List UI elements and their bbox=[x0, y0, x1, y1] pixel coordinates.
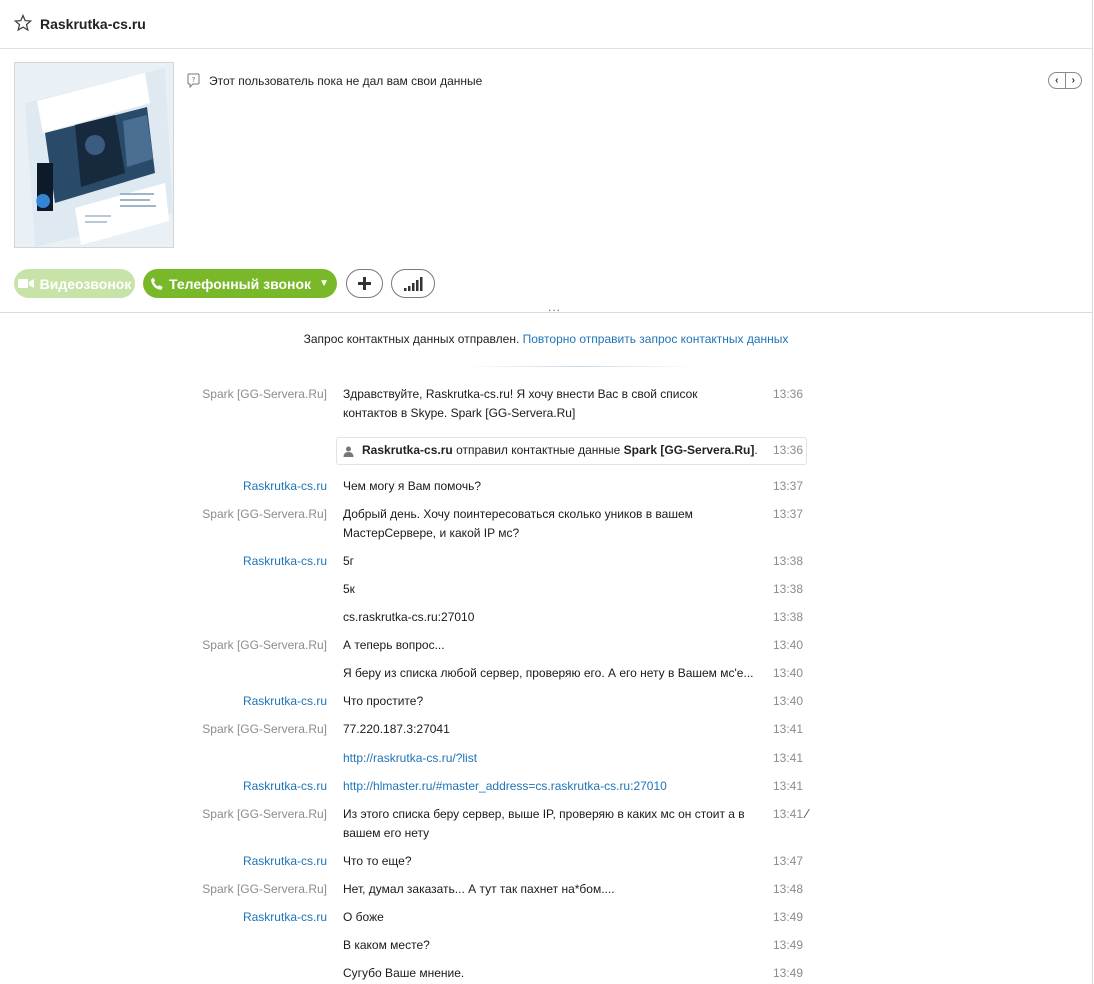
plus-icon bbox=[358, 277, 371, 290]
message-time: 13:49 bbox=[773, 910, 804, 924]
message-text: Что простите? bbox=[343, 694, 424, 708]
contact-shared-event: Raskrutka-cs.ru отправил контактные данн… bbox=[336, 437, 807, 465]
contact-event-contact[interactable]: Spark [GG-Servera.Ru] bbox=[624, 443, 755, 457]
mood-message: Этот пользователь пока не дал вам свои д… bbox=[209, 74, 483, 88]
message-sender[interactable]: Spark [GG-Servera.Ru] bbox=[202, 636, 327, 655]
phone-icon bbox=[151, 277, 163, 290]
message-sender[interactable]: Spark [GG-Servera.Ru] bbox=[202, 720, 327, 739]
message-text: Добрый день. Хочу поинтересоваться сколь… bbox=[343, 507, 693, 540]
mouse-cursor-icon: ⁄ bbox=[806, 806, 809, 821]
person-icon bbox=[343, 446, 354, 457]
website-screenshot-avatar-icon bbox=[15, 63, 173, 247]
contact-event-end: . bbox=[754, 443, 758, 457]
call-dropdown-icon[interactable]: ▼ bbox=[319, 278, 329, 289]
message-time: 13:41 bbox=[773, 779, 804, 793]
contact-event-middle: отправил контактные данные bbox=[456, 443, 621, 457]
message-time: 13:41 bbox=[773, 722, 804, 736]
next-arrow-icon[interactable]: › bbox=[1066, 73, 1082, 88]
video-call-label: Видеозвонок bbox=[39, 275, 132, 292]
message-text: Что то еще? bbox=[343, 854, 412, 868]
message-sender[interactable]: Raskrutka-cs.ru bbox=[243, 477, 327, 496]
prev-arrow-icon[interactable]: ‹ bbox=[1049, 73, 1066, 88]
message-text: Здравствуйте, Raskrutka-cs.ru! Я хочу вн… bbox=[343, 387, 698, 420]
message-link[interactable]: http://hlmaster.ru/#master_address=cs.ra… bbox=[343, 777, 763, 796]
message-text: cs.raskrutka-cs.ru:27010 bbox=[343, 610, 475, 624]
notice-separator bbox=[465, 366, 695, 367]
message-sender[interactable]: Spark [GG-Servera.Ru] bbox=[202, 805, 327, 824]
favorite-star-icon[interactable] bbox=[14, 14, 32, 32]
phone-call-label: Телефонный звонок bbox=[169, 275, 312, 292]
header-divider bbox=[0, 312, 1092, 313]
message-time: 13:36 bbox=[773, 443, 804, 457]
contact-avatar bbox=[14, 62, 174, 248]
message-time: 13:41 bbox=[773, 807, 804, 821]
message-link[interactable]: http://raskrutka-cs.ru/?list bbox=[343, 749, 763, 768]
message-text: А теперь вопрос... bbox=[343, 638, 445, 652]
message-time: 13:49 bbox=[773, 938, 804, 952]
title-bar: Raskrutka-cs.ru bbox=[0, 0, 1092, 49]
message-text: Нет, думал заказать... А тут так пахнет … bbox=[343, 882, 615, 896]
message-text: Из этого списка беру сервер, выше IP, пр… bbox=[343, 807, 745, 840]
resend-request-link[interactable]: Повторно отправить запрос контактных дан… bbox=[523, 332, 789, 346]
message-time: 13:40 bbox=[773, 638, 804, 652]
message-sender[interactable]: Spark [GG-Servera.Ru] bbox=[202, 880, 327, 899]
profile-nav-arrows: ‹ › bbox=[1048, 72, 1082, 89]
message-text: 77.220.187.3:27041 bbox=[343, 722, 450, 736]
message-text: О боже bbox=[343, 910, 384, 924]
message-sender[interactable]: Raskrutka-cs.ru bbox=[243, 552, 327, 571]
contact-event-text: Raskrutka-cs.ru отправил контактные данн… bbox=[362, 443, 758, 457]
message-time: 13:37 bbox=[773, 479, 804, 493]
message-text: Сугубо Ваше мнение. bbox=[343, 966, 465, 980]
add-button[interactable] bbox=[346, 269, 383, 298]
message-time: 13:38 bbox=[773, 582, 804, 596]
message-sender[interactable]: Raskrutka-cs.ru bbox=[243, 852, 327, 871]
message-time: 13:36 bbox=[773, 387, 804, 401]
message-text: 5г bbox=[343, 554, 355, 568]
message-time: 13:37 bbox=[773, 507, 804, 521]
notice-text: Запрос контактных данных отправлен. bbox=[303, 332, 520, 346]
message-time: 13:41 bbox=[773, 751, 804, 765]
message-sender[interactable]: Raskrutka-cs.ru bbox=[243, 692, 327, 711]
video-camera-icon bbox=[17, 279, 34, 288]
message-sender[interactable]: Spark [GG-Servera.Ru] bbox=[202, 385, 327, 404]
message-text: 5к bbox=[343, 582, 355, 596]
svg-text:?: ? bbox=[192, 76, 196, 84]
message-text: В каком месте? bbox=[343, 938, 430, 952]
contact-title: Raskrutka-cs.ru bbox=[40, 16, 146, 32]
contact-event-from: Raskrutka-cs.ru bbox=[362, 443, 453, 457]
message-time: 13:49 bbox=[773, 966, 804, 980]
message-time: 13:47 bbox=[773, 854, 804, 868]
video-call-button[interactable]: Видеозвонок bbox=[14, 269, 135, 298]
message-sender[interactable]: Raskrutka-cs.ru bbox=[243, 777, 327, 796]
phone-call-button[interactable]: Телефонный звонок ▼ bbox=[143, 269, 337, 298]
message-sender[interactable]: Spark [GG-Servera.Ru] bbox=[202, 505, 327, 524]
call-quality-button[interactable] bbox=[391, 269, 435, 298]
message-text: Чем могу я Вам помочь? bbox=[343, 479, 481, 493]
contact-request-notice: Запрос контактных данных отправлен. Повт… bbox=[0, 332, 1092, 346]
signal-bars-icon bbox=[404, 276, 423, 291]
message-time: 13:38 bbox=[773, 554, 804, 568]
mood-bubble-icon: ? bbox=[187, 73, 200, 88]
message-time: 13:38 bbox=[773, 610, 804, 624]
message-time: 13:40 bbox=[773, 666, 804, 680]
message-sender[interactable]: Raskrutka-cs.ru bbox=[243, 908, 327, 927]
message-text: Я беру из списка любой сервер, проверяю … bbox=[343, 666, 754, 680]
message-time: 13:40 bbox=[773, 694, 804, 708]
message-time: 13:48 bbox=[773, 882, 804, 896]
